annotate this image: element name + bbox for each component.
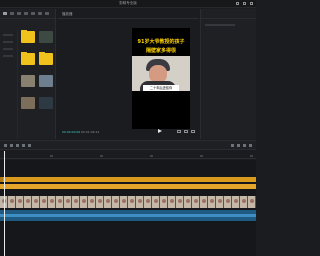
folder-icon — [39, 53, 53, 65]
ratio-icon[interactable] — [184, 130, 188, 133]
timeline-right-tools — [231, 144, 252, 147]
tab-filter-icon[interactable] — [45, 12, 49, 15]
media-grid — [21, 31, 54, 114]
undo-icon[interactable] — [10, 144, 13, 147]
tab-text-icon[interactable] — [17, 12, 21, 15]
tab-sticker-icon[interactable] — [24, 12, 28, 15]
subtitle-caption: 二十年后还给你 — [143, 85, 179, 91]
player-tools — [177, 130, 195, 133]
split-icon[interactable] — [22, 144, 25, 147]
tab-transition-icon[interactable] — [38, 12, 42, 15]
window-controls — [236, 2, 253, 5]
properties-header — [201, 9, 256, 19]
minimize-icon[interactable] — [236, 2, 239, 5]
timeline-toolbar — [0, 140, 256, 150]
player-header: 播放器 — [57, 9, 199, 19]
window-title: 剪映专业版 — [119, 1, 137, 5]
overlay-title-line2: 隔壁家多得很 — [145, 48, 176, 54]
properties-panel — [200, 9, 256, 139]
timeline-ruler[interactable] — [0, 151, 256, 159]
select-icon[interactable] — [4, 144, 7, 147]
timeline-tracks — [0, 160, 256, 256]
ruler-tick — [200, 155, 203, 157]
sidebar-item[interactable] — [3, 34, 13, 36]
audio-waveform — [0, 214, 256, 217]
media-item[interactable] — [39, 75, 53, 92]
zoom-out-icon[interactable] — [243, 144, 246, 147]
zoom-in-icon[interactable] — [249, 144, 252, 147]
delete-icon[interactable] — [28, 144, 31, 147]
video-thumbnail — [21, 75, 35, 87]
video-thumbnail — [39, 97, 53, 109]
sidebar-item[interactable] — [3, 41, 13, 43]
media-item[interactable] — [21, 53, 35, 70]
ruler-tick — [250, 155, 253, 157]
redo-icon[interactable] — [16, 144, 19, 147]
folder-icon — [21, 31, 35, 43]
media-item[interactable] — [39, 31, 53, 48]
ruler-tick — [50, 155, 53, 157]
media-item[interactable] — [21, 75, 35, 92]
folder-icon — [21, 53, 35, 65]
preview-frame[interactable]: 91岁大爷教授的孩子 隔壁家多得很 二十年后还给你 — [132, 28, 190, 129]
sidebar-item[interactable] — [3, 48, 13, 50]
ruler-tick — [150, 155, 153, 157]
fullscreen-icon[interactable] — [191, 130, 195, 133]
audio-track-clip[interactable] — [0, 210, 256, 221]
play-icon[interactable] — [158, 129, 162, 133]
video-thumbnail — [39, 31, 53, 43]
player-panel: 播放器 91岁大爷教授的孩子 隔壁家多得很 二十年后还给你 00:00:00:0… — [57, 9, 199, 139]
overlay-title-line1: 91岁大爷教授的孩子 — [137, 39, 185, 45]
fit-icon[interactable] — [177, 130, 181, 133]
link-icon[interactable] — [237, 144, 240, 147]
media-tabs — [0, 9, 55, 19]
playhead[interactable] — [4, 151, 5, 256]
title-bar: 剪映专业版 — [0, 0, 256, 8]
tab-effects-icon[interactable] — [31, 12, 35, 15]
video-track-clip[interactable] — [0, 196, 256, 208]
snap-icon[interactable] — [231, 144, 234, 147]
subtitle-track-clip[interactable] — [0, 184, 256, 189]
current-time: 00:00:00:00 — [62, 130, 81, 134]
video-thumbnail — [39, 75, 53, 87]
media-item[interactable] — [39, 53, 53, 70]
text-track-clip[interactable] — [0, 177, 256, 182]
media-item[interactable] — [21, 31, 35, 48]
total-time: 00:01:06:12 — [81, 130, 100, 134]
media-sidebar — [0, 29, 18, 139]
tab-media-icon[interactable] — [3, 12, 7, 15]
properties-placeholder — [205, 24, 235, 26]
maximize-icon[interactable] — [243, 2, 246, 5]
ruler-tick — [100, 155, 103, 157]
timeline-tools — [4, 144, 31, 147]
close-icon[interactable] — [250, 2, 253, 5]
media-item[interactable] — [39, 97, 53, 114]
video-thumbnail — [21, 97, 35, 109]
tab-audio-icon[interactable] — [10, 12, 14, 15]
sidebar-item[interactable] — [3, 55, 13, 57]
media-panel — [0, 9, 56, 139]
media-item[interactable] — [21, 97, 35, 114]
